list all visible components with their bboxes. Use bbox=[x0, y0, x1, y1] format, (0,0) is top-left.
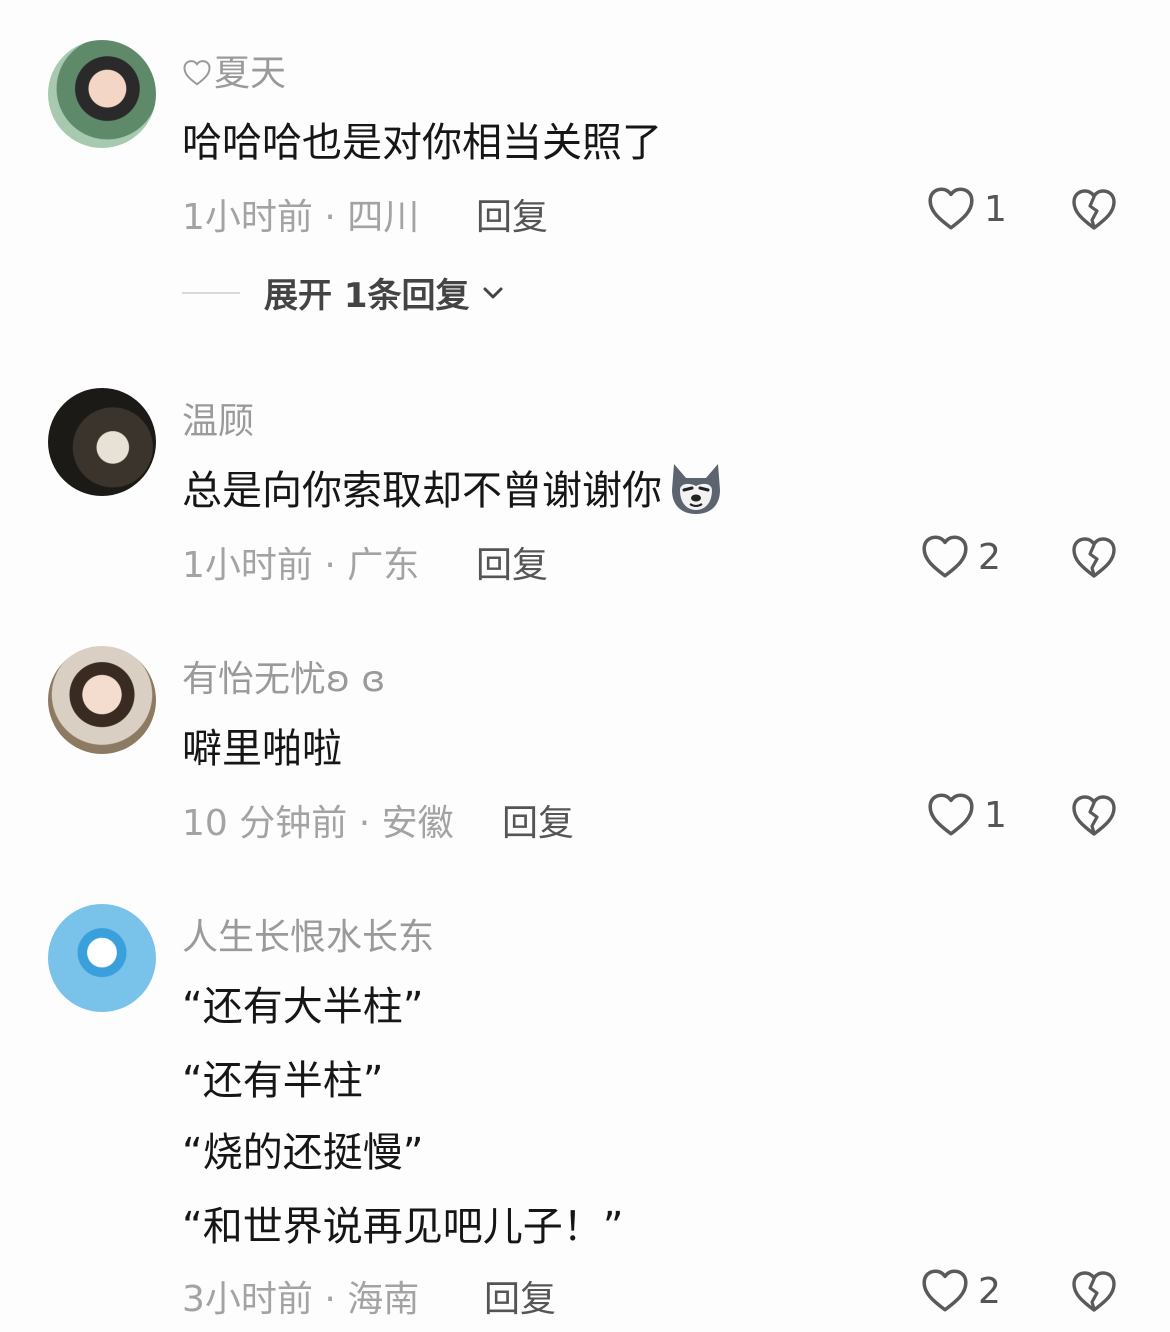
broken-heart-icon[interactable] bbox=[1070, 792, 1118, 840]
broken-heart-icon[interactable] bbox=[1070, 1268, 1118, 1316]
chevron-down-icon bbox=[483, 287, 502, 298]
comment-meta: 10 分钟前 · 安徽 bbox=[182, 803, 454, 844]
heart-outline-icon bbox=[920, 532, 970, 582]
like-button[interactable]: 1 bbox=[926, 184, 1007, 234]
comment-text-content: 总是向你索取却不曾谢谢你 bbox=[182, 468, 662, 514]
username[interactable]: 温顾 bbox=[182, 392, 254, 444]
comment-text-line: “烧的还挺慢” bbox=[182, 1130, 424, 1176]
like-button[interactable]: 2 bbox=[920, 1266, 1001, 1316]
heart-outline-icon bbox=[920, 1266, 970, 1316]
comment-text: 噼里啪啦 bbox=[182, 726, 342, 772]
reply-button[interactable]: 回复 bbox=[476, 536, 548, 588]
divider bbox=[182, 291, 240, 294]
like-count: 2 bbox=[978, 1270, 1001, 1312]
like-count: 1 bbox=[984, 188, 1007, 230]
avatar[interactable] bbox=[48, 40, 156, 148]
comment-meta: 1小时前 · 四川 bbox=[182, 197, 420, 238]
like-button[interactable]: 1 bbox=[926, 790, 1007, 840]
reply-button[interactable]: 回复 bbox=[502, 794, 574, 846]
like-count: 1 bbox=[984, 794, 1007, 836]
comment-text-line: “还有半柱” bbox=[182, 1058, 384, 1104]
heart-outline-icon bbox=[926, 790, 976, 840]
comment-text-line: “还有大半柱” bbox=[182, 984, 424, 1030]
username[interactable]: 人生长恨水长东 bbox=[182, 908, 434, 960]
avatar[interactable] bbox=[48, 646, 156, 754]
username-label: 夏天 bbox=[214, 53, 287, 94]
comment-meta: 3小时前 · 海南 bbox=[182, 1279, 420, 1320]
username[interactable]: 有怡无忧ʚ ɞ bbox=[182, 650, 385, 702]
comment-text: 总是向你索取却不曾谢谢你 bbox=[182, 458, 726, 526]
reply-button[interactable]: 回复 bbox=[476, 188, 548, 240]
heart-outline-icon bbox=[182, 56, 212, 97]
comment-meta: 1小时前 · 广东 bbox=[182, 545, 420, 586]
avatar[interactable] bbox=[48, 388, 156, 496]
avatar[interactable] bbox=[48, 904, 156, 1012]
broken-heart-icon[interactable] bbox=[1070, 534, 1118, 582]
comment-text-line: “和世界说再见吧儿子！” bbox=[182, 1204, 624, 1250]
heart-outline-icon bbox=[926, 184, 976, 234]
username[interactable]: 夏天 bbox=[182, 44, 286, 97]
reply-button[interactable]: 回复 bbox=[484, 1270, 556, 1322]
expand-replies-label: 展开 1条回复 bbox=[264, 276, 470, 316]
husky-dog-emoji bbox=[666, 460, 726, 526]
like-button[interactable]: 2 bbox=[920, 532, 1001, 582]
like-count: 2 bbox=[978, 536, 1001, 578]
comment-text: 哈哈哈也是对你相当关照了 bbox=[182, 120, 662, 166]
expand-replies-button[interactable]: 展开 1条回复 bbox=[182, 268, 508, 317]
broken-heart-icon[interactable] bbox=[1070, 186, 1118, 234]
